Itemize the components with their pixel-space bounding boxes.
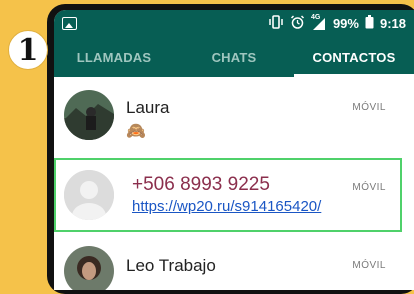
contact-name: Laura	[126, 98, 170, 117]
clock-time: 9:18	[379, 16, 406, 31]
status-bar: 4G 99% 9:18	[54, 10, 414, 37]
tab-contactos[interactable]: CONTACTOS	[294, 37, 414, 77]
contact-phone-type: MÓVIL	[352, 260, 386, 271]
contact-row-laura[interactable]: Laura 🙈 MÓVIL	[54, 90, 414, 141]
alarm-icon	[290, 14, 305, 33]
battery-percent: 99%	[332, 16, 359, 31]
active-tab-indicator	[294, 74, 414, 77]
contact-row-phone[interactable]: +506 8993 9225 https://wp20.ru/s91416542…	[54, 170, 414, 220]
tab-chats[interactable]: CHATS	[174, 37, 294, 77]
contact-phone-type: MÓVIL	[352, 102, 386, 113]
signal-icon: 4G	[310, 13, 327, 31]
default-avatar-icon	[64, 170, 114, 220]
contact-status-emoji: 🙈	[126, 123, 146, 140]
tab-llamadas[interactable]: LLAMADAS	[54, 37, 174, 77]
avatar-laura	[64, 90, 114, 140]
contact-name: Leo Trabajo	[126, 256, 216, 275]
avatar-leo	[64, 246, 114, 290]
contact-link[interactable]: https://wp20.ru/s914165420/	[132, 198, 321, 215]
step-number-badge: 1	[8, 30, 48, 70]
gallery-icon	[62, 17, 77, 30]
contacts-screen: 4G 99% 9:18 LLAMADAS CHATS CONTACTOS Lau…	[54, 10, 414, 290]
tab-bar: LLAMADAS CHATS CONTACTOS	[54, 37, 414, 77]
contact-phone-type: MÓVIL	[352, 182, 386, 193]
vibrate-icon	[268, 15, 284, 32]
contact-row-leo[interactable]: Leo Trabajo MÓVIL	[54, 246, 414, 290]
contact-phone-number: +506 8993 9225	[132, 174, 270, 195]
signal-label: 4G	[310, 13, 321, 21]
battery-icon	[365, 15, 374, 32]
